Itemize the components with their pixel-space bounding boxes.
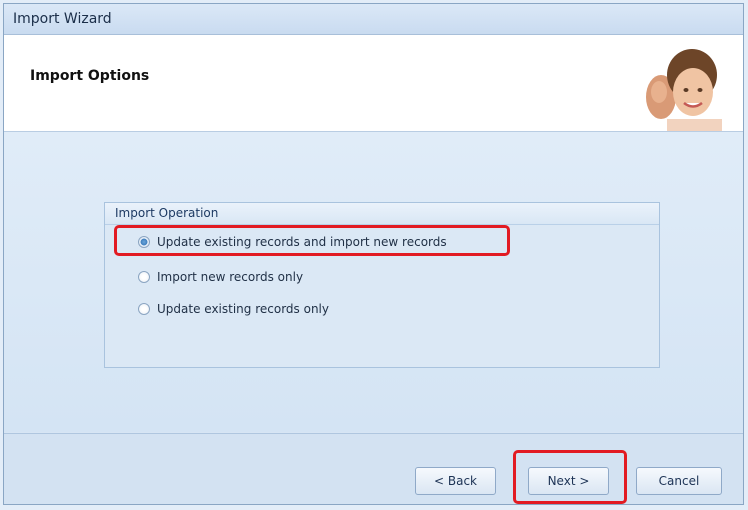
title-bar: Import Wizard [4,4,743,35]
option-label: Import new records only [157,270,304,284]
cancel-button[interactable]: Cancel [636,467,722,495]
radio-unchecked-icon[interactable] [138,303,150,315]
radio-unchecked-icon[interactable] [138,271,150,283]
option-update-and-import[interactable]: Update existing records and import new r… [138,233,447,251]
wizard-footer: < Back Next > Cancel [4,433,743,504]
option-label: Update existing records and import new r… [157,235,447,249]
option-import-new-only[interactable]: Import new records only [138,268,303,286]
option-update-existing-only[interactable]: Update existing records only [138,300,329,318]
import-wizard-window: Import Wizard Import Options Import Oper… [3,3,744,505]
radio-checked-icon[interactable] [138,236,150,248]
back-button[interactable]: < Back [415,467,496,495]
page-title: Import Options [30,68,150,84]
import-operation-group: Import Operation Update existing records… [104,202,660,368]
next-button[interactable]: Next > [528,467,609,495]
group-title: Import Operation [105,203,659,225]
wizard-content: Import Operation Update existing records… [4,132,743,432]
option-label: Update existing records only [157,302,329,316]
window-title: Import Wizard [13,11,112,27]
people-photo-icon [645,47,727,131]
wizard-header: Import Options [4,35,743,132]
